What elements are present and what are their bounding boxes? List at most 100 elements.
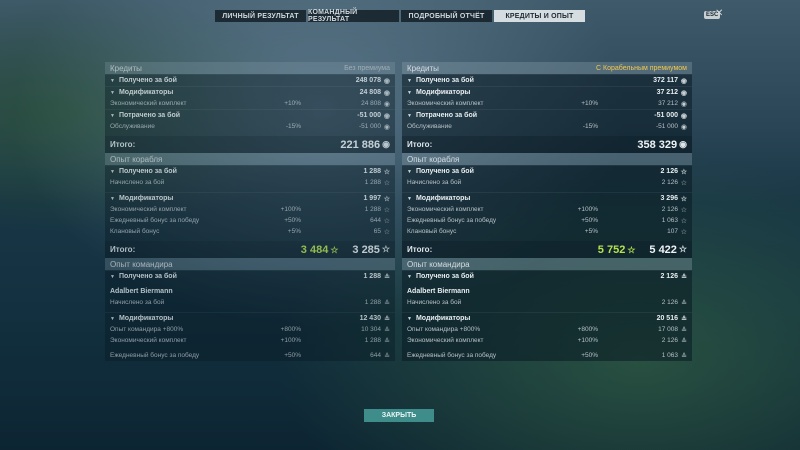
row-value: 1 288: [364, 179, 381, 186]
credits-spent-row[interactable]: ▼ Потрачено за бой -51 000 ◉: [105, 109, 395, 121]
commander-name: Adalbert Biermann: [402, 286, 692, 297]
row-value: 1 288: [364, 337, 381, 344]
ship-daily-row: Ежедневный бонус за победу +50% 1 063 ☆: [402, 215, 692, 226]
expand-icon: ▼: [407, 195, 412, 202]
ship-xp-title: Опыт корабля: [407, 154, 460, 164]
row-label: Ежедневный бонус за победу: [110, 217, 200, 224]
expand-icon: ▼: [110, 195, 115, 202]
ship-mods-row[interactable]: ▼ Модификаторы 1 997 ☆: [105, 192, 395, 204]
credits-mods-row[interactable]: ▼ Модификаторы 24 808 ◉: [105, 86, 395, 98]
expand-icon: ▼: [110, 273, 115, 280]
total-label: Итого:: [110, 245, 136, 254]
credits-icon: ◉: [680, 89, 687, 97]
commander-xp-icon: ≗: [681, 315, 687, 323]
credits-mods-row[interactable]: ▼ Модификаторы 37 212 ◉: [402, 86, 692, 98]
commander-eco-row: Экономический комплект +100% 1 288 ≗: [105, 335, 395, 346]
xp-star-icon: ☆: [383, 179, 390, 187]
ship-clan-row: Клановый бонус +5% 65 ☆: [105, 226, 395, 237]
credits-icon: ◉: [679, 139, 687, 149]
expand-icon: ▼: [407, 77, 412, 84]
commander-xp-icon: ≗: [681, 352, 687, 360]
credits-title: Кредиты: [407, 63, 439, 73]
row-percent: +50%: [284, 352, 301, 359]
row-label: Получено за бой: [118, 273, 177, 280]
credits-icon: ◉: [383, 89, 390, 97]
total-value-with-bonus: 5 752 ☆: [597, 243, 636, 256]
credits-icon: ◉: [680, 77, 687, 85]
row-percent: +5%: [287, 228, 301, 235]
credits-icon: ◉: [382, 139, 390, 149]
commander-xp-header: Опыт командира: [105, 258, 395, 270]
tab-team-result[interactable]: Командный результат: [308, 9, 399, 23]
total-value: 221 886: [340, 138, 381, 151]
commander-xp-icon: ≗: [384, 315, 390, 323]
tab-credits-and-xp[interactable]: Кредиты и опыт: [494, 10, 585, 22]
commander-mods-row[interactable]: ▼ Модификаторы 20 516 ≗: [402, 312, 692, 324]
commander-xp-title: Опыт командира: [407, 259, 470, 269]
row-label: Потрачено за бой: [415, 112, 478, 119]
row-label: Adalbert Biermann: [110, 288, 173, 295]
credits-earned-row[interactable]: ▼ Получено за бой 372 117 ◉: [402, 74, 692, 86]
row-value: 37 212: [658, 100, 678, 107]
row-value: 20 516: [656, 315, 678, 322]
row-value: 24 808: [359, 89, 381, 96]
row-label: Модификаторы: [415, 195, 471, 202]
row-label: Потрачено за бой: [118, 112, 181, 119]
commander-xp-header: Опыт командира: [402, 258, 692, 270]
credits-eco-row: Экономический комплект +10% 37 212 ◉: [402, 98, 692, 109]
close-icon[interactable]: ✕: [715, 8, 723, 19]
credits-eco-row: Экономический комплект +10% 24 808 ◉: [105, 98, 395, 109]
expand-icon: ▼: [407, 168, 412, 175]
row-value: -51 000: [358, 123, 381, 130]
commander-xp-icon: ≗: [681, 299, 687, 307]
panel-with-premium: Кредиты С Корабельным премиумом ▼ Получе…: [402, 62, 692, 384]
row-percent: -15%: [582, 123, 598, 130]
commander-xp-icon: ≗: [384, 326, 390, 334]
credits-icon: ◉: [680, 100, 687, 108]
total-label: Итого:: [407, 245, 433, 254]
ship-eco-row: Экономический комплект +100% 1 288 ☆: [105, 204, 395, 215]
row-percent: +5%: [584, 228, 598, 235]
xp-star-icon: ☆: [381, 244, 390, 254]
expand-icon: ▼: [110, 77, 115, 84]
row-value: -51 000: [655, 123, 678, 130]
commander-earned-row[interactable]: ▼ Получено за бой 1 288 ≗: [105, 270, 395, 282]
credits-service-row: Обслуживание -15% -51 000 ◉: [402, 121, 692, 132]
ship-xp-section: Опыт корабля ▼ Получено за бой 1 288 ☆ Н…: [105, 153, 395, 241]
tab-detailed-report[interactable]: Подробный отчёт: [401, 10, 492, 22]
commander-xp-icon: ≗: [681, 326, 687, 334]
ship-eco-row: Экономический комплект +100% 2 126 ☆: [402, 204, 692, 215]
row-value: 1 288: [363, 168, 381, 175]
total-label: Итого:: [110, 140, 136, 149]
row-value: 644: [370, 352, 381, 359]
xp-star-icon: ☆: [383, 168, 390, 176]
credits-spent-row[interactable]: ▼ Потрачено за бой -51 000 ◉: [402, 109, 692, 121]
credits-earned-row[interactable]: ▼ Получено за бой 248 078 ◉: [105, 74, 395, 86]
row-label: Начислено за бой: [110, 179, 165, 186]
total-value: 5 422: [649, 243, 677, 256]
commander-xp-icon: ≗: [384, 352, 390, 360]
expand-icon: ▼: [110, 168, 115, 175]
row-label: Клановый бонус: [407, 228, 457, 235]
close-button[interactable]: Закрыть: [364, 409, 434, 422]
commander-earned-row[interactable]: ▼ Получено за бой 2 126 ≗: [402, 270, 692, 282]
xp-star-icon: ☆: [330, 244, 339, 255]
tab-personal-result[interactable]: Личный результат: [215, 10, 306, 22]
row-label: Опыт командира +800%: [407, 326, 481, 333]
row-percent: +100%: [577, 206, 598, 213]
ship-clan-row: Клановый бонус +5% 107 ☆: [402, 226, 692, 237]
row-label: Ежедневный бонус за победу: [407, 352, 497, 359]
commander-mods-row[interactable]: ▼ Модификаторы 12 430 ≗: [105, 312, 395, 324]
row-label: Получено за бой: [118, 77, 177, 84]
row-label: Adalbert Biermann: [407, 288, 470, 295]
ship-earned-row[interactable]: ▼ Получено за бой 2 126 ☆: [402, 165, 692, 177]
commander-xp-section: Опыт командира ▼ Получено за бой 1 288 ≗…: [105, 258, 395, 361]
total-label: Итого:: [407, 140, 433, 149]
ship-xp-total: Итого: 5 752 ☆ 5 422 ☆: [402, 241, 692, 258]
ship-xp-header: Опыт корабля: [402, 153, 692, 165]
ship-mods-row[interactable]: ▼ Модификаторы 3 296 ☆: [402, 192, 692, 204]
row-percent: +50%: [581, 217, 598, 224]
ship-earned-row[interactable]: ▼ Получено за бой 1 288 ☆: [105, 165, 395, 177]
row-value: 107: [667, 228, 678, 235]
row-label: Получено за бой: [118, 168, 177, 175]
